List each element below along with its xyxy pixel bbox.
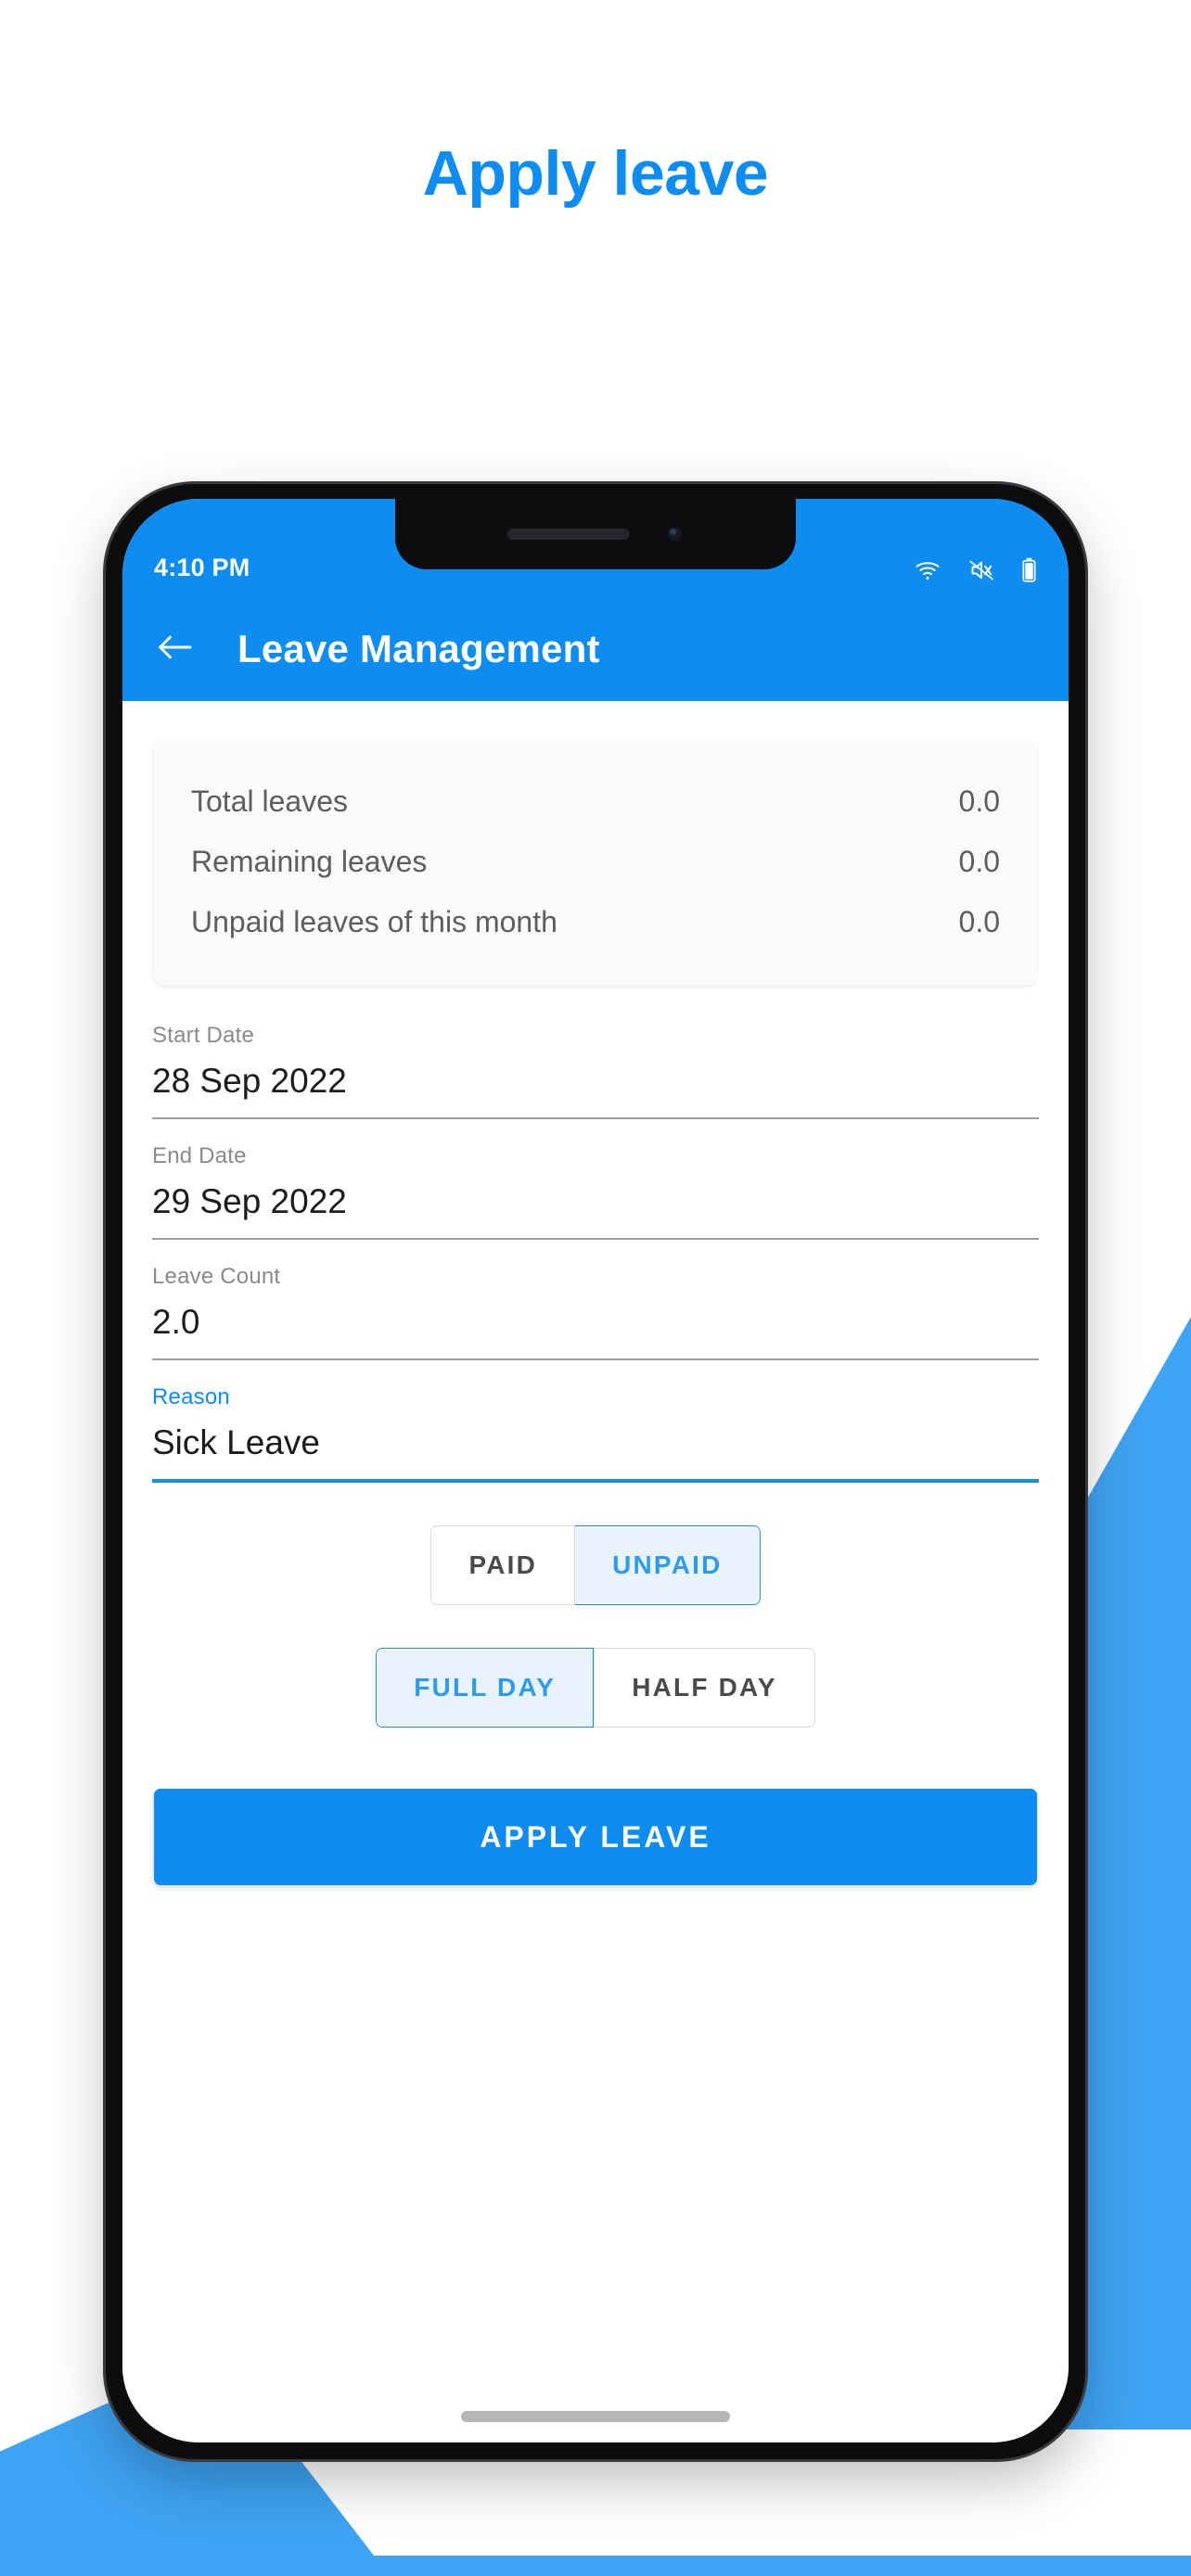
pay-type-toggle-group: PAID UNPAID	[430, 1525, 761, 1605]
page-root: Apply leave 4:10 PM Leave Management Tot…	[0, 0, 1191, 2576]
summary-row-remaining-leaves: Remaining leaves 0.0	[191, 832, 1000, 892]
wifi-icon	[914, 559, 941, 581]
field-reason: Reason Sick Leave	[152, 1384, 1039, 1483]
apply-leave-button[interactable]: APPLY LEAVE	[154, 1789, 1037, 1885]
summary-label: Unpaid leaves of this month	[191, 905, 557, 938]
toggle-paid[interactable]: PAID	[430, 1525, 576, 1605]
leave-count-input[interactable]: 2.0	[152, 1290, 1039, 1360]
home-indicator[interactable]	[461, 2411, 730, 2422]
toggle-unpaid[interactable]: UNPAID	[575, 1525, 761, 1605]
summary-row-total-leaves: Total leaves 0.0	[191, 772, 1000, 832]
volume-mute-icon	[967, 558, 995, 582]
summary-label: Total leaves	[191, 784, 348, 818]
field-leave-count: Leave Count 2.0	[152, 1264, 1039, 1360]
toggle-full-day[interactable]: FULL DAY	[376, 1648, 595, 1728]
summary-row-unpaid-leaves: Unpaid leaves of this month 0.0	[191, 892, 1000, 952]
summary-value: 0.0	[958, 845, 1000, 878]
leave-form: Start Date 28 Sep 2022 End Date 29 Sep 2…	[122, 986, 1069, 1483]
leave-count-label: Leave Count	[152, 1264, 281, 1289]
battery-icon	[1021, 557, 1037, 582]
end-date-input[interactable]: 29 Sep 2022	[152, 1169, 1039, 1240]
duration-toggle-group: FULL DAY HALF DAY	[376, 1648, 815, 1728]
arrow-left-icon	[156, 631, 193, 668]
app-bar: Leave Management	[122, 597, 1069, 701]
status-bar-icons	[914, 557, 1037, 582]
apply-button-wrapper: APPLY LEAVE	[122, 1789, 1069, 1885]
decorative-strip-bottom	[0, 2556, 1191, 2576]
phone-mockup-frame: 4:10 PM Leave Management Total leaves 0.…	[106, 484, 1085, 2459]
front-camera-icon	[665, 525, 684, 543]
summary-value: 0.0	[958, 784, 1000, 818]
screen-content: Total leaves 0.0 Remaining leaves 0.0 Un…	[122, 740, 1069, 2442]
field-end-date: End Date 29 Sep 2022	[152, 1143, 1039, 1240]
start-date-label: Start Date	[152, 1023, 255, 1048]
end-date-label: End Date	[152, 1143, 247, 1168]
status-bar-clock: 4:10 PM	[154, 554, 250, 581]
start-date-input[interactable]: 28 Sep 2022	[152, 1049, 1039, 1119]
speaker-grille-icon	[507, 529, 630, 540]
app-bar-title: Leave Management	[237, 627, 600, 670]
summary-label: Remaining leaves	[191, 845, 428, 878]
phone-screen: 4:10 PM Leave Management Total leaves 0.…	[122, 499, 1069, 2442]
pay-type-toggle-row: PAID UNPAID	[122, 1525, 1069, 1605]
toggle-half-day[interactable]: HALF DAY	[594, 1648, 815, 1728]
duration-toggle-row: FULL DAY HALF DAY	[122, 1648, 1069, 1728]
reason-label: Reason	[152, 1384, 230, 1409]
summary-value: 0.0	[958, 905, 1000, 938]
page-title: Apply leave	[422, 138, 769, 209]
phone-notch	[395, 499, 796, 569]
back-button[interactable]	[154, 629, 195, 670]
reason-input[interactable]: Sick Leave	[152, 1410, 1039, 1483]
field-start-date: Start Date 28 Sep 2022	[152, 1023, 1039, 1119]
leave-summary-card: Total leaves 0.0 Remaining leaves 0.0 Un…	[154, 740, 1037, 986]
